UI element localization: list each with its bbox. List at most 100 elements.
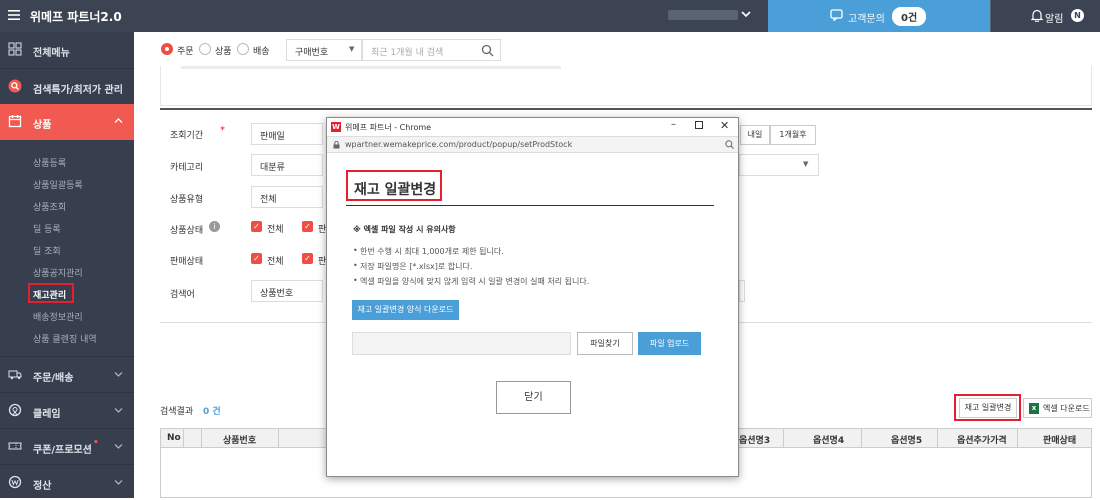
sidebar-item-label: 전체메뉴 [33,48,70,59]
close-button[interactable]: 닫기 [496,381,571,414]
sidebar-item-settlement[interactable]: 정산 [0,464,134,500]
excel-download-button[interactable]: x 엑셀 다운로드 [1023,398,1092,418]
customer-inquiry-count: 0건 [892,7,927,26]
sidebar-item-label: 클레임 [33,409,61,420]
category-select-right[interactable]: ▼ [739,154,819,176]
chevron-down-icon [114,480,123,485]
col-divider [1017,429,1018,447]
find-file-button[interactable]: 파일찾기 [577,332,633,355]
sidebar-sub-item[interactable]: 상품등록 [33,156,66,169]
keyword-type-select[interactable]: 상품번호 [251,280,323,302]
popup-url-bar[interactable]: wpartner.wemakeprice.com/product/popup/s… [327,136,738,153]
popup-titlebar[interactable]: W 위메프 파트너 - Chrome – ✕ [327,118,738,136]
popup-body: 재고 일괄변경 ※ 엑셀 파일 작성 시 유의사항 • 한번 수행 시 최대 1… [327,153,738,477]
required-mark-icon: * [220,125,225,136]
sale-partial-checkbox[interactable]: ✓ [302,253,313,264]
category-select[interactable]: 대분류 [251,154,323,176]
sidebar-item-claims[interactable]: 클레임 [0,392,134,428]
col-product-no: 상품번호 [223,436,257,446]
col-option-price: 옵션추가가격 [957,436,1007,446]
keyword-type-value: 상품번호 [260,289,294,299]
info-icon[interactable]: i [209,221,220,232]
dropdown-arrow-icon: ▼ [803,160,809,168]
sidebar-item-label: 상품 [33,120,52,131]
tomorrow-button[interactable]: 내일 [740,125,770,145]
type-select[interactable]: 전체 [251,186,323,208]
bell-icon [1031,9,1043,22]
user-account-name-blurred[interactable] [668,10,738,20]
notification-button[interactable]: 알림 N [990,0,1100,32]
zoom-icon[interactable] [725,140,734,149]
category-value: 대분류 [260,163,285,173]
col-divider [937,429,938,447]
period-select[interactable]: 판매일 [251,123,323,145]
download-template-button[interactable]: 재고 일괄변경 양식 다운로드 [352,300,459,320]
minimize-icon[interactable]: – [671,119,676,130]
excel-download-label: 엑셀 다운로드 [1043,404,1090,413]
col-divider [783,429,784,447]
file-path-input[interactable] [352,332,571,355]
radio-delivery[interactable] [237,43,249,55]
col-sale-status: 판매상태 [1043,436,1077,446]
results-count: 0 건 [203,407,221,417]
customer-inquiry-button[interactable]: 고객문의 0건 [768,0,990,32]
brand-title[interactable]: 위메프 파트너2.0 [30,8,122,25]
customer-inquiry-label: 고객문의 [848,14,885,25]
sidebar-item-orders[interactable]: 주문/배송 [0,356,134,392]
close-window-icon[interactable]: ✕ [720,119,729,132]
search-type-select[interactable]: 구매번호 ▼ [286,39,362,61]
radio-product[interactable] [199,43,211,55]
excel-icon: x [1029,403,1039,414]
notice-item: 저장 파일명은 [*.xlsx]로 합니다. [360,262,473,271]
sidebar-sub-item[interactable]: 상품조회 [33,200,66,213]
sale-label: 판매상태 [170,257,204,267]
popup-window: W 위메프 파트너 - Chrome – ✕ wpartner.wemakepr… [326,117,739,477]
notice-title: ※ 엑셀 파일 작성 시 유의사항 [353,225,456,234]
keyword-input-edge[interactable] [739,280,745,302]
highlight-box [28,283,74,303]
search-placeholder: 최근 1개월 내 검색 [371,48,444,58]
type-label: 상품유형 [170,195,204,205]
sidebar-sub-item[interactable]: 딜 등록 [33,222,61,235]
sidebar-sub-item[interactable]: 딜 조회 [33,244,61,257]
col-option3: 옵션명3 [739,436,771,446]
radio-order[interactable] [161,43,173,55]
sidebar-item-coupons[interactable]: 쿠폰/프로모션 • [0,428,134,464]
col-divider [183,429,184,447]
radio-product-label: 상품 [215,47,232,57]
sidebar-sub-item[interactable]: 배송정보관리 [33,310,83,323]
maximize-icon[interactable] [695,121,703,129]
truck-icon [8,370,22,380]
sidebar-item-products[interactable]: 상품 [0,104,134,140]
status-label: 상품상태 [170,226,204,236]
won-coin-icon [8,475,22,489]
sidebar-sub-item[interactable]: 상품일괄등록 [33,178,83,191]
popup-window-title: 위메프 파트너 - Chrome [345,123,432,132]
search-icon[interactable] [481,44,494,57]
calendar-icon [8,115,22,128]
hamburger-menu-icon[interactable] [8,9,20,21]
top-bar: 위메프 파트너2.0 고객문의 0건 알림 N [0,0,1100,32]
notice-bullet: • [353,246,358,255]
sidebar: 전체메뉴 검색특가/최저가 관리 상품 상품등록 상품일괄등록 상품조회 딜 등… [0,32,134,498]
dropdown-arrow-icon: ▼ [349,45,355,53]
sale-all-checkbox[interactable]: ✓ [251,253,262,264]
notice-item: 엑셀 파일을 양식에 맞지 않게 입력 시 일괄 변경이 실패 처리 됩니다. [360,277,590,286]
status-all-checkbox[interactable]: ✓ [251,221,262,232]
results-label: 검색결과 [160,407,194,417]
status-partial-checkbox[interactable]: ✓ [302,221,313,232]
chevron-down-icon[interactable] [741,9,751,19]
sidebar-item-all-menu[interactable]: 전체메뉴 [0,32,134,68]
highlight-box [954,394,1021,421]
upload-file-button[interactable]: 파일 업로드 [638,332,701,355]
one-month-after-button[interactable]: 1개월후 [770,125,816,145]
chevron-up-icon [114,118,123,123]
sidebar-sub-item[interactable]: 상품 클렌징 내역 [33,332,97,345]
sidebar-item-search-deals[interactable]: 검색특가/최저가 관리 [0,68,134,104]
notice-item: 한번 수행 시 최대 1,000개로 제한 됩니다. [360,247,504,256]
search-input[interactable]: 최근 1개월 내 검색 [362,39,501,61]
sidebar-sub-item[interactable]: 상품공지관리 [33,266,83,279]
chevron-down-icon [114,408,123,413]
grid-icon [8,42,22,56]
period-value: 판매일 [260,132,285,142]
